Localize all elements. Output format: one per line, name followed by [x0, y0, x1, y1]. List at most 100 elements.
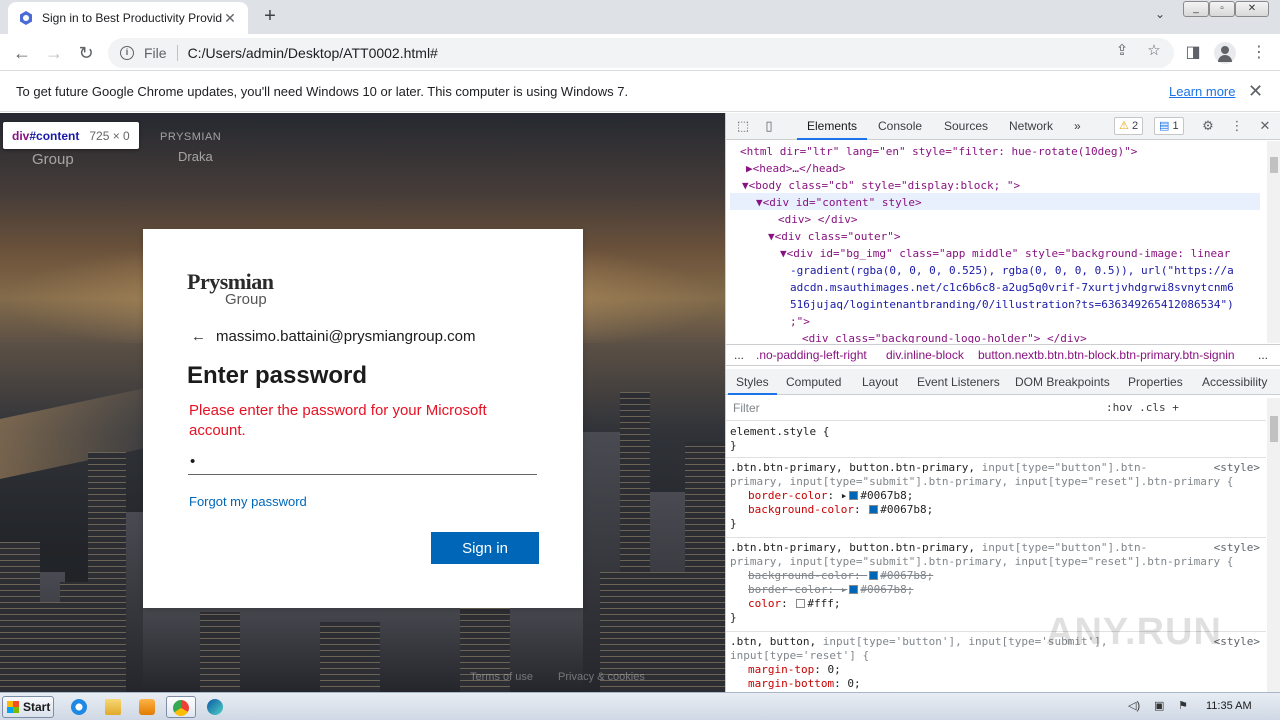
- tab-layout[interactable]: Layout: [862, 375, 898, 389]
- signin-button[interactable]: Sign in: [431, 532, 539, 564]
- learn-more-link[interactable]: Learn more: [1169, 84, 1235, 99]
- tab-dom-breakpoints[interactable]: DOM Breakpoints: [1015, 375, 1110, 389]
- dom-line[interactable]: <div> </div>: [778, 211, 857, 228]
- prop-value[interactable]: 0;: [827, 663, 840, 676]
- window-close-icon[interactable]: ✕: [1235, 1, 1269, 17]
- media-player-taskbar-icon[interactable]: [132, 696, 162, 718]
- prop-value[interactable]: #0067b8;: [880, 569, 933, 582]
- system-clock[interactable]: 11:35 AM: [1206, 700, 1252, 712]
- profile-avatar-icon[interactable]: [1214, 42, 1236, 64]
- rule-selector: .btn.btn-primary, button.btn-primary,: [730, 541, 976, 554]
- tab-network[interactable]: Network: [1009, 119, 1053, 133]
- identity-banner[interactable]: ← massimo.battaini@prysmiangroup.com: [191, 328, 476, 345]
- settings-gear-icon[interactable]: ⚙: [1199, 118, 1217, 134]
- forward-arrow-icon[interactable]: →: [41, 40, 67, 66]
- messages-badge[interactable]: ▤ 1: [1154, 117, 1184, 135]
- inspect-element-icon[interactable]: ⬚: [734, 118, 752, 134]
- tab-computed[interactable]: Computed: [786, 375, 841, 389]
- color-swatch[interactable]: [869, 505, 879, 514]
- css-rule[interactable]: <style> .btn.btn-primary, button.btn-pri…: [730, 461, 1260, 531]
- dom-line[interactable]: <div class="background-logo-holder"> </d…: [802, 330, 1087, 343]
- color-swatch[interactable]: [796, 599, 806, 608]
- devtools-menu-icon[interactable]: ⋮: [1228, 118, 1246, 134]
- dom-line[interactable]: ▼<div id="content" style>: [756, 194, 922, 211]
- styles-filter-input[interactable]: Filter: [728, 398, 1098, 418]
- breadcrumb-ellipsis[interactable]: ...: [734, 345, 744, 365]
- color-swatch[interactable]: [869, 571, 879, 580]
- prop-value[interactable]: #0067b8;: [860, 583, 913, 596]
- share-icon[interactable]: ⇪: [1113, 42, 1131, 60]
- dom-line[interactable]: ▼<body class="cb" style="display:block; …: [742, 177, 1020, 194]
- dom-line[interactable]: ▼<div id="bg_img" class="app middle" sty…: [780, 245, 1230, 262]
- dom-line[interactable]: <html dir="ltr" lang="en" style="filter:…: [740, 143, 1137, 160]
- network-icon[interactable]: ▣: [1154, 699, 1164, 712]
- prop-name[interactable]: color: [748, 597, 781, 610]
- dom-scroll-thumb[interactable]: [1270, 157, 1278, 173]
- prop-name[interactable]: margin-bottom: [748, 677, 834, 690]
- css-rule-element-style[interactable]: element.style { }: [730, 425, 1260, 453]
- tab-console[interactable]: Console: [878, 119, 922, 133]
- filter-tools[interactable]: :hov .cls +: [1106, 401, 1179, 414]
- prop-value[interactable]: #fff;: [807, 597, 840, 610]
- password-field[interactable]: [188, 449, 537, 475]
- breadcrumb-item-selected[interactable]: button.nextb.btn.btn-block.btn-primary.b…: [978, 345, 1235, 365]
- prop-name[interactable]: background-color: [748, 503, 854, 516]
- prop-value[interactable]: #0067b8;: [880, 503, 933, 516]
- new-tab-icon[interactable]: +: [258, 5, 282, 29]
- start-button[interactable]: Start: [2, 696, 54, 718]
- back-arrow-icon[interactable]: ←: [9, 40, 35, 66]
- tab-search-chevron-icon[interactable]: ⌄: [1150, 7, 1170, 27]
- breadcrumb-ellipsis-end[interactable]: ...: [1258, 345, 1268, 365]
- tab-sources[interactable]: Sources: [944, 119, 988, 133]
- styles-scroll-thumb[interactable]: [1270, 416, 1278, 442]
- speaker-icon[interactable]: ◁): [1128, 699, 1140, 712]
- device-toolbar-icon[interactable]: ▯: [760, 118, 778, 134]
- dom-line[interactable]: ▶<head>…</head>: [746, 160, 845, 177]
- prop-name[interactable]: margin-top: [748, 663, 814, 676]
- bookmark-star-icon[interactable]: ☆: [1145, 42, 1163, 60]
- more-tabs-icon[interactable]: »: [1074, 119, 1081, 133]
- dom-scrollbar[interactable]: [1267, 141, 1280, 343]
- devtools-close-icon[interactable]: ✕: [1256, 118, 1274, 134]
- url-text[interactable]: C:/Users/admin/Desktop/ATT0002.html#: [188, 45, 438, 61]
- explorer-taskbar-icon[interactable]: [98, 696, 128, 718]
- styles-scrollbar[interactable]: [1267, 398, 1280, 692]
- prop-value[interactable]: #0067b8;: [860, 489, 913, 502]
- info-icon[interactable]: i: [120, 46, 134, 60]
- ie-taskbar-icon[interactable]: [64, 696, 94, 718]
- prop-value[interactable]: 0;: [847, 677, 860, 690]
- browser-tab[interactable]: Sign in to Best Productivity Provider ✕: [8, 2, 248, 34]
- privacy-link[interactable]: Privacy & cookies: [558, 671, 645, 683]
- tab-event-listeners[interactable]: Event Listeners: [917, 375, 1000, 389]
- back-arrow-icon[interactable]: ←: [191, 328, 206, 345]
- rule-source[interactable]: <style>: [1214, 461, 1260, 475]
- minimize-icon[interactable]: _: [1183, 1, 1209, 17]
- terms-link[interactable]: Terms of use: [470, 671, 533, 683]
- breadcrumb-item[interactable]: .no-padding-left-right: [756, 345, 867, 365]
- color-swatch[interactable]: [849, 585, 859, 594]
- warnings-badge[interactable]: ⚠ 2: [1114, 117, 1144, 135]
- tab-properties[interactable]: Properties: [1128, 375, 1183, 389]
- breadcrumb-item[interactable]: div.inline-block: [886, 345, 964, 365]
- address-bar[interactable]: i File C:/Users/admin/Desktop/ATT0002.ht…: [108, 38, 1174, 68]
- chrome-taskbar-icon[interactable]: [166, 696, 196, 718]
- dom-line: 516jujaq/logintenantbranding/0/illustrat…: [790, 298, 1234, 311]
- reload-icon[interactable]: ↻: [73, 40, 99, 66]
- color-swatch[interactable]: [849, 491, 859, 500]
- infobar-close-icon[interactable]: ✕: [1248, 81, 1263, 102]
- tab-elements[interactable]: Elements: [796, 119, 868, 140]
- prop-name[interactable]: border-color: [748, 489, 827, 502]
- side-panel-icon[interactable]: ◨: [1182, 42, 1204, 64]
- action-center-flag-icon[interactable]: ⚑: [1178, 699, 1188, 712]
- edge-taskbar-icon[interactable]: [200, 696, 230, 718]
- prop-name[interactable]: background-color: [748, 569, 854, 582]
- tab-styles[interactable]: Styles: [728, 375, 777, 395]
- rule-source[interactable]: <style>: [1214, 541, 1260, 555]
- forgot-password-link[interactable]: Forgot my password: [189, 494, 307, 509]
- menu-kebab-icon[interactable]: ⋮: [1248, 42, 1270, 64]
- prop-name[interactable]: border-color: [748, 583, 827, 596]
- tab-accessibility[interactable]: Accessibility: [1202, 375, 1267, 389]
- dom-line[interactable]: ▼<div class="outer">: [768, 228, 900, 245]
- restore-icon[interactable]: ▫: [1209, 1, 1235, 17]
- tab-close-icon[interactable]: ✕: [222, 10, 238, 27]
